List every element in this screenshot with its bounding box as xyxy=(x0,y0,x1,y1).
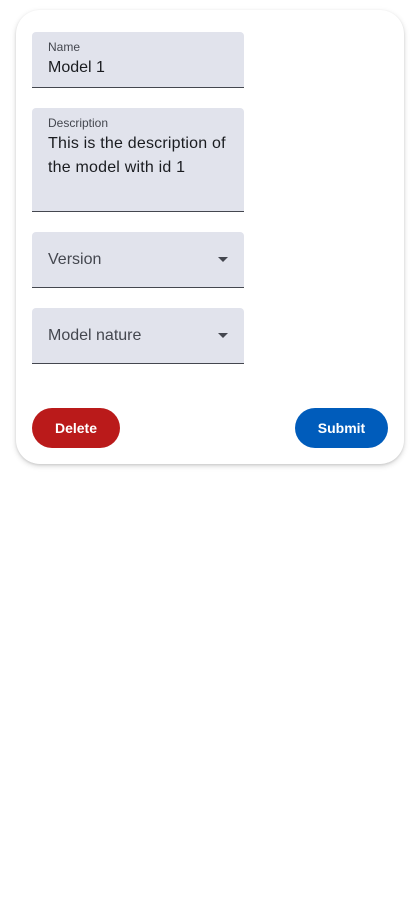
name-field[interactable]: Name Model 1 xyxy=(32,32,244,88)
model-form-card: Name Model 1 Description This is the des… xyxy=(16,10,404,464)
model-nature-select[interactable]: Model nature xyxy=(32,308,244,364)
submit-button[interactable]: Submit xyxy=(295,408,388,448)
version-select-label: Version xyxy=(48,251,102,268)
dropdown-arrow-icon[interactable] xyxy=(218,257,228,262)
description-textarea[interactable]: This is the description of the model wit… xyxy=(48,132,228,180)
description-field-label: Description xyxy=(48,116,109,130)
name-input[interactable]: Model 1 xyxy=(48,59,105,77)
description-field[interactable]: Description This is the description of t… xyxy=(32,108,244,212)
version-select[interactable]: Version xyxy=(32,232,244,288)
delete-button[interactable]: Delete xyxy=(32,408,120,448)
model-nature-select-label: Model nature xyxy=(48,327,142,344)
name-field-label: Name xyxy=(48,40,81,54)
dropdown-arrow-icon[interactable] xyxy=(218,333,228,338)
